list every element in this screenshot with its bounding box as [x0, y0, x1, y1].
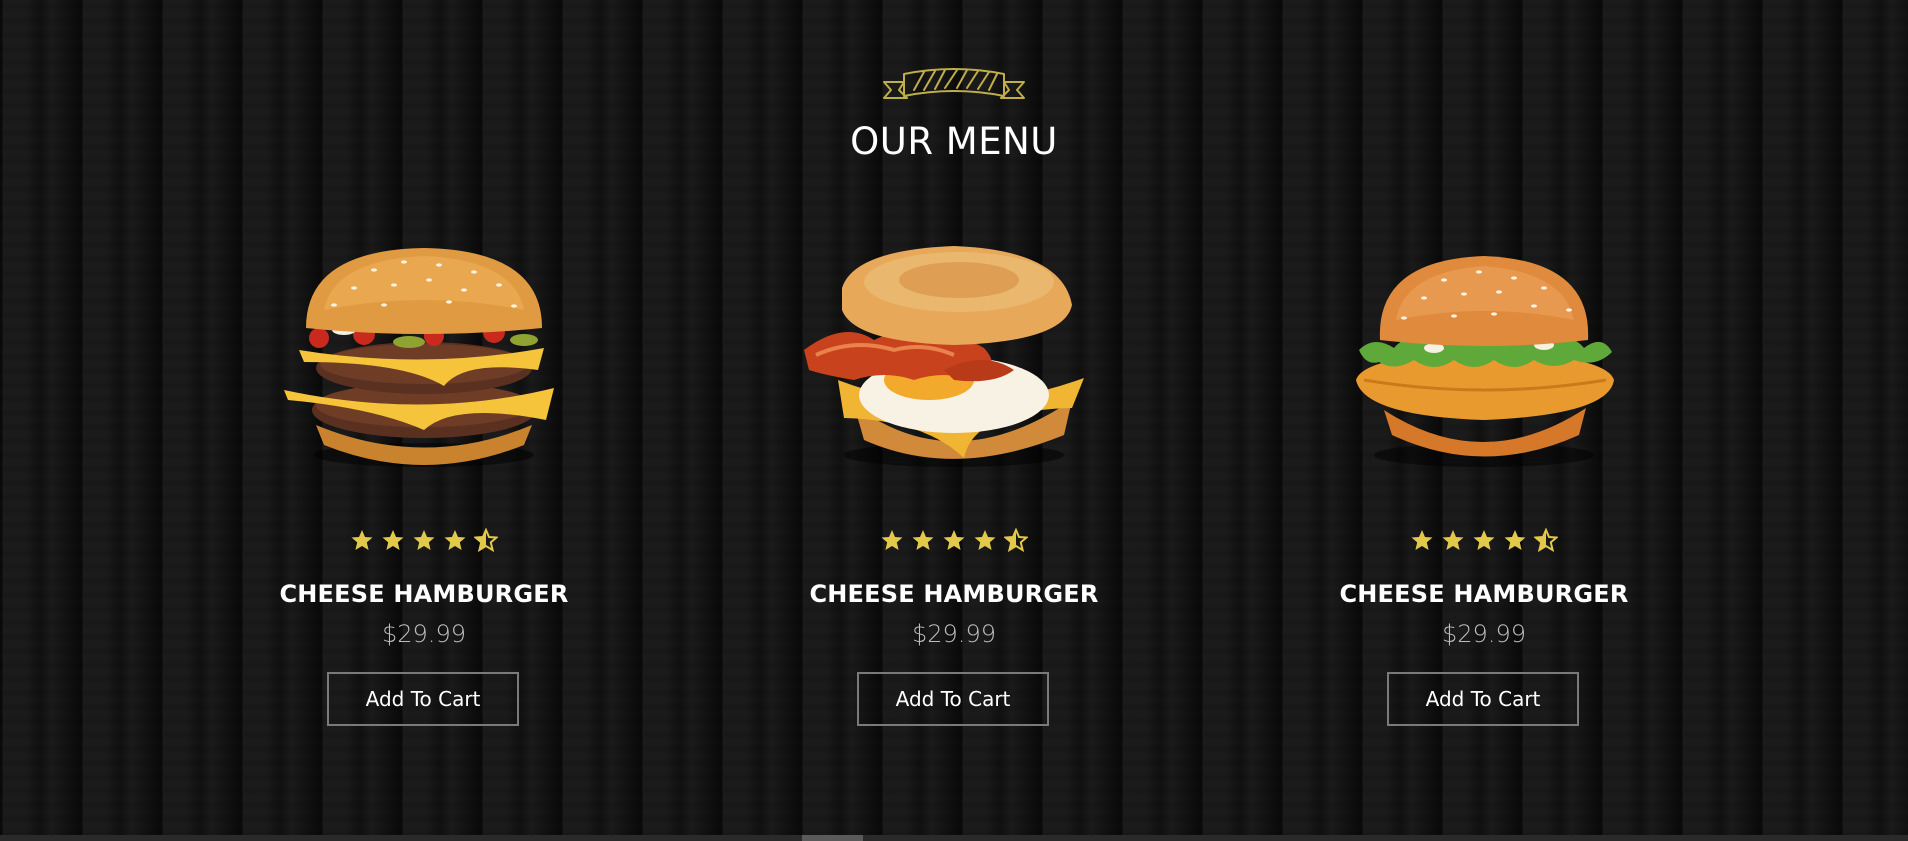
star-icon	[1473, 530, 1495, 550]
half-star-icon	[1004, 528, 1029, 552]
rating-stars	[1284, 528, 1684, 558]
menu-card: CHEESE HAMBURGER $29.99 Add To Cart	[224, 230, 624, 750]
item-price: $29.99	[912, 620, 996, 648]
rating-stars	[224, 528, 624, 558]
item-price: $29.99	[1442, 620, 1526, 648]
menu-card: CHEESE HAMBURGER $29.99 Add To Cart	[754, 230, 1154, 750]
add-to-cart-button[interactable]: Add To Cart	[1387, 672, 1579, 726]
scrollbar-thumb[interactable]	[802, 835, 863, 841]
star-icon	[1442, 530, 1464, 550]
star-icon	[351, 530, 373, 550]
star-icon	[382, 530, 404, 550]
rating-stars	[754, 528, 1154, 558]
horizontal-scrollbar[interactable]	[0, 835, 1908, 841]
section-title: OUR MENU	[850, 120, 1058, 163]
double-cheeseburger-image	[284, 248, 554, 467]
star-icon	[413, 530, 435, 550]
star-icon	[444, 530, 466, 550]
add-to-cart-button[interactable]: Add To Cart	[857, 672, 1049, 726]
bacon-egg-muffin-image	[804, 246, 1084, 467]
star-icon	[912, 530, 934, 550]
half-star-icon	[474, 528, 499, 552]
chicken-burger-image	[1356, 256, 1614, 467]
item-name: CHEESE HAMBURGER	[809, 580, 1099, 608]
star-icon	[943, 530, 965, 550]
ribbon-ornament-icon	[883, 68, 1025, 99]
star-icon	[1411, 530, 1433, 550]
add-to-cart-button[interactable]: Add To Cart	[327, 672, 519, 726]
menu-card: CHEESE HAMBURGER $29.99 Add To Cart	[1284, 230, 1684, 750]
item-name: CHEESE HAMBURGER	[279, 580, 569, 608]
half-star-icon	[1534, 528, 1559, 552]
star-icon	[1504, 530, 1526, 550]
item-price: $29.99	[382, 620, 466, 648]
star-icon	[974, 530, 996, 550]
item-name: CHEESE HAMBURGER	[1339, 580, 1629, 608]
star-icon	[881, 530, 903, 550]
menu-section: OUR MENU CHEESE HAMBURGER $29.99 Add To …	[0, 0, 1908, 841]
